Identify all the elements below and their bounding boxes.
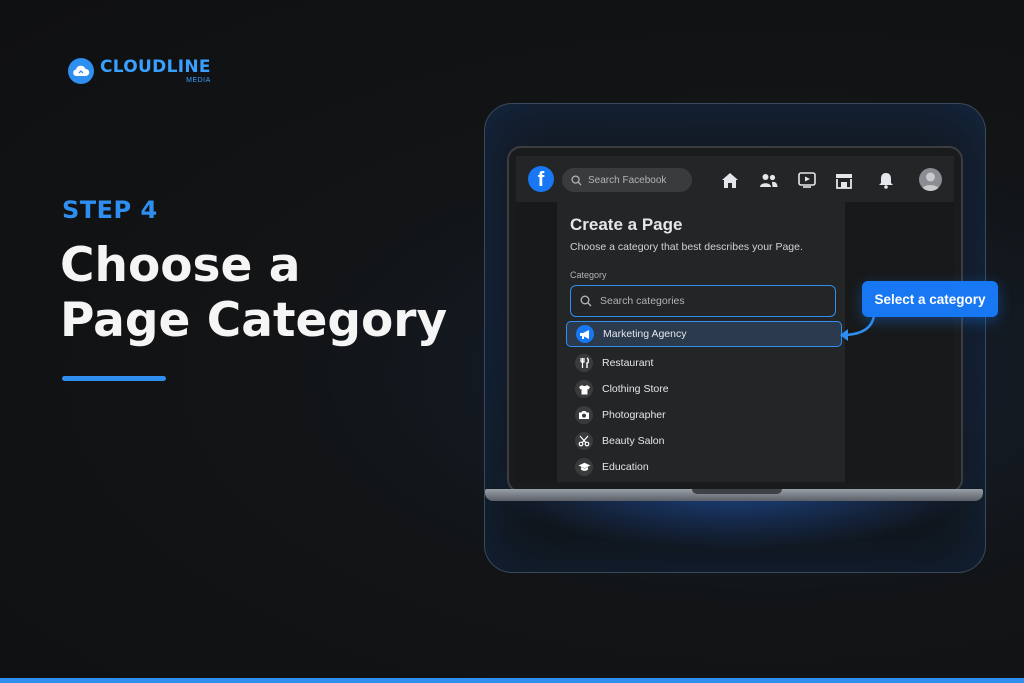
bottom-accent-strip: [0, 678, 1024, 683]
facebook-search-input[interactable]: Search Facebook: [562, 168, 692, 192]
create-page-panel: Create a Page Choose a category that bes…: [557, 202, 845, 482]
utensils-icon: [575, 354, 593, 372]
profile-avatar[interactable]: [919, 168, 942, 191]
category-field-label: Category: [570, 270, 607, 280]
facebook-navbar: f Search Facebook: [516, 156, 954, 202]
watch-icon[interactable]: [797, 170, 817, 190]
category-item-beauty-salon[interactable]: Beauty Salon: [566, 428, 842, 454]
callout-arrow-icon: [840, 315, 876, 341]
search-icon: [580, 295, 592, 307]
search-icon: [571, 174, 582, 186]
category-item-marketing-agency[interactable]: Marketing Agency: [566, 321, 842, 347]
panel-subtitle: Choose a category that best describes yo…: [570, 241, 803, 253]
marketplace-icon[interactable]: [834, 170, 854, 190]
laptop-screen: f Search Facebook Create a Page Choose a…: [516, 156, 954, 482]
category-label: Beauty Salon: [602, 435, 665, 447]
select-category-callout: Select a category: [862, 281, 998, 317]
category-search-placeholder: Search categories: [600, 295, 685, 307]
category-label: Photographer: [602, 409, 666, 421]
cloud-icon: [68, 58, 94, 84]
category-label: Restaurant: [602, 357, 654, 369]
step-label: STEP 4: [62, 196, 158, 224]
friends-icon[interactable]: [758, 170, 778, 190]
graduation-cap-icon: [575, 458, 593, 476]
shirt-icon: [575, 380, 593, 398]
category-label: Clothing Store: [602, 383, 669, 395]
camera-icon: [575, 406, 593, 424]
category-label: Marketing Agency: [603, 328, 687, 340]
brand-subtitle: MEDIA: [186, 76, 211, 84]
headline-line-1: Choose a: [60, 238, 301, 293]
panel-title: Create a Page: [570, 215, 683, 234]
facebook-search-placeholder: Search Facebook: [588, 174, 667, 186]
category-search-input[interactable]: Search categories: [570, 285, 836, 317]
megaphone-icon: [576, 325, 594, 343]
category-item-photographer[interactable]: Photographer: [566, 402, 842, 428]
facebook-logo-icon[interactable]: f: [528, 166, 554, 192]
category-item-education[interactable]: Education: [566, 454, 842, 480]
laptop-notch: [692, 489, 782, 494]
home-icon[interactable]: [720, 170, 740, 190]
category-label: Education: [602, 461, 649, 473]
headline: Choose a Page Category: [60, 238, 447, 348]
category-item-clothing-store[interactable]: Clothing Store: [566, 376, 842, 402]
accent-divider: [62, 376, 166, 381]
notifications-icon[interactable]: [876, 170, 896, 190]
category-item-restaurant[interactable]: Restaurant: [566, 350, 842, 376]
scissors-icon: [575, 432, 593, 450]
brand-name: CLOUDLINE: [100, 56, 211, 77]
brand-logo-group: CLOUDLINE MEDIA: [68, 58, 211, 84]
headline-line-2: Page Category: [60, 293, 448, 348]
